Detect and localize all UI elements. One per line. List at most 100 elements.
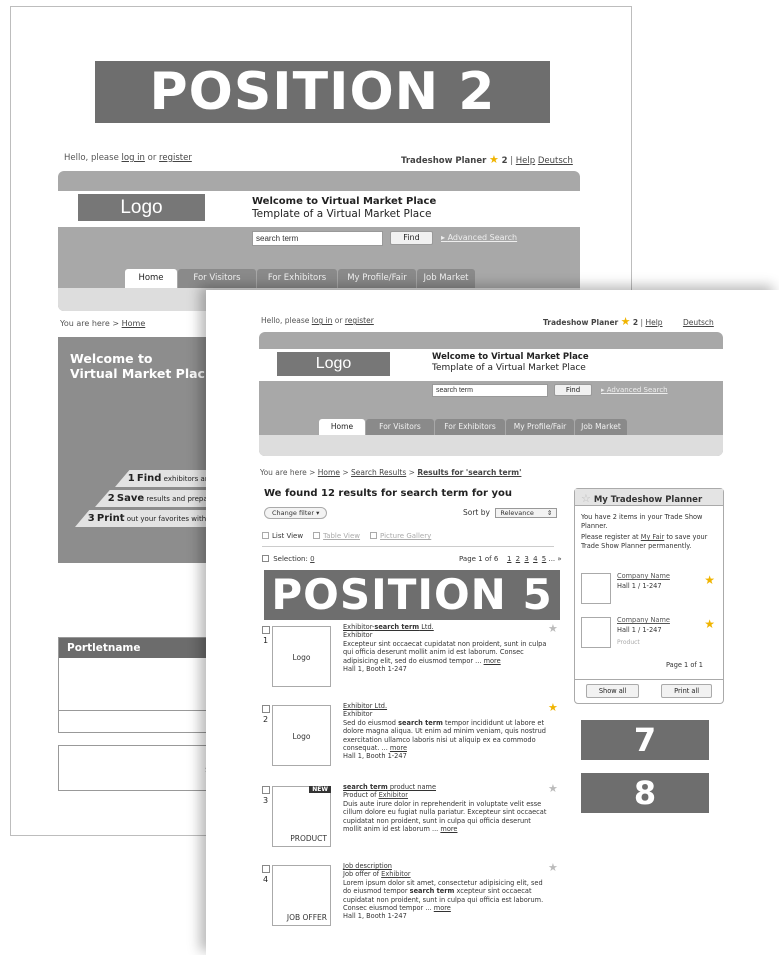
tab-job-market[interactable]: Job Market [417,269,475,288]
select-all-checkbox[interactable] [262,555,269,562]
site-header: Logo Welcome to Virtual Market Place Tem… [259,332,723,456]
page-link[interactable]: 4 [533,555,537,563]
sort-select[interactable]: Relevance ⇕ [495,508,558,518]
tab-for-visitors[interactable]: For Visitors [178,269,256,288]
search-input[interactable]: search term [432,384,548,397]
site-title: Welcome to Virtual Market Place [252,196,437,207]
tab-my-profile-fair[interactable]: My Profile/Fair [338,269,416,288]
result-item: 2 Logo Exhibitor Ltd. Exhibitor Sed do e… [262,701,558,777]
planner-item-name[interactable]: Company Name [617,572,670,580]
language-link[interactable]: Deutsch [538,156,573,166]
page-link[interactable]: 3 [524,555,528,563]
position-8-marker: 8 [581,773,709,813]
result-title-link[interactable]: Job description [343,862,549,870]
result-thumbnail[interactable]: Logo [272,705,331,766]
result-item: 3 NEW PRODUCT search term product name P… [262,782,558,858]
result-description: Excepteur sint occaecat cupidatat non pr… [343,639,547,665]
result-thumbnail[interactable]: JOB OFFER [272,865,331,926]
position-2-banner: POSITION 2 [95,61,550,123]
portlet: Portletname [58,637,218,733]
result-description: Duis aute irure dolor in reprehenderit i… [343,799,547,834]
tab-my-profile-fair[interactable]: My Profile/Fair [506,419,574,435]
star-icon[interactable]: ★ [704,617,715,631]
result-checkbox[interactable] [262,705,270,713]
exhibitor-link[interactable]: Exhibitor [381,870,410,878]
tradeshow-planner-widget: ☆ My Tradeshow Planner You have 2 items … [574,488,724,704]
result-type: Product of Exhibitor [343,791,409,800]
result-thumbnail[interactable]: Logo [272,626,331,687]
login-link[interactable]: log in [122,153,145,163]
step-print: 3 Print out your favorites with m [75,510,218,527]
table-view-icon [313,532,321,539]
search-input[interactable]: search term [252,231,383,246]
selection-counter: Selection: 0 [262,555,315,563]
table-view-option[interactable]: Table View [313,532,360,540]
planner-title: ☆ My Tradeshow Planner [575,489,723,506]
breadcrumb-home[interactable]: Home [122,319,146,328]
my-fair-link[interactable]: My Fair [641,533,664,541]
help-link[interactable]: Help [516,156,535,166]
register-link[interactable]: register [345,316,374,325]
exhibitor-link[interactable]: Exhibitor [379,791,408,799]
advanced-search-link[interactable]: ▸ Advanced Search [601,386,668,394]
print-all-button[interactable]: Print all [661,684,713,698]
next-page-link[interactable]: ... » [548,555,561,563]
planner-item-thumbnail[interactable] [581,573,611,604]
tab-for-visitors[interactable]: For Visitors [366,419,434,435]
star-icon[interactable]: ★ [548,622,558,635]
list-view-option[interactable]: List View [262,532,303,540]
advanced-search-link[interactable]: ▸ Advanced Search [441,233,517,242]
result-checkbox[interactable] [262,865,270,873]
utility-links: Tradeshow Planer ★ 2 | Help Deutsch [401,153,573,166]
find-button[interactable]: Find [390,231,433,245]
planner-item-name[interactable]: Company Name [617,616,670,624]
logo[interactable]: Logo [277,352,390,376]
tab-for-exhibitors[interactable]: For Exhibitors [435,419,505,435]
result-checkbox[interactable] [262,786,270,794]
tab-for-exhibitors[interactable]: For Exhibitors [257,269,337,288]
picture-gallery-option[interactable]: Picture Gallery [370,532,431,540]
tradeshow-planner-link[interactable]: Tradeshow Planer [401,156,486,166]
star-icon[interactable]: ★ [548,861,558,874]
planner-item-thumbnail[interactable] [581,617,611,648]
front-page-wireframe: Hello, please log in or register Tradesh… [206,290,779,955]
breadcrumb-search-results[interactable]: Search Results [351,468,406,477]
logo[interactable]: Logo [78,194,205,221]
result-location: Hall 1, Booth 1-247 [343,912,407,921]
help-link[interactable]: Help [645,318,662,327]
step-find: 1 Find exhibitors and [115,470,218,487]
greeting-line: Hello, please log in or register [261,316,374,325]
show-all-button[interactable]: Show all [585,684,640,698]
star-icon: ★ [620,315,631,328]
star-icon[interactable]: ★ [704,573,715,587]
result-thumbnail[interactable]: NEW PRODUCT [272,786,331,847]
view-switcher: List View Table View Picture Gallery [262,532,431,540]
star-icon[interactable]: ★ [548,701,558,714]
find-button[interactable]: Find [554,384,592,396]
tab-home[interactable]: Home [319,419,365,435]
tab-job-market[interactable]: Job Market [575,419,627,435]
result-title-link[interactable]: Exhibitor-search term Ltd. [343,623,549,631]
more-link[interactable]: more [484,657,501,665]
change-filter-button[interactable]: Change filter ▾ [264,507,328,519]
page-link[interactable]: 1 [507,555,511,563]
tab-home[interactable]: Home [125,269,177,288]
chevron-down-icon: ⇕ [546,509,553,517]
result-checkbox[interactable] [262,626,270,634]
login-link[interactable]: log in [312,316,333,325]
more-link[interactable]: more [440,825,457,833]
result-title-link[interactable]: Exhibitor Ltd. [343,702,549,710]
more-link[interactable]: more [390,744,407,752]
step-save: 2 Save results and prepare [95,490,218,507]
tradeshow-planner-link[interactable]: Tradeshow Planer [543,318,618,327]
page-link[interactable]: 5 [542,555,546,563]
star-icon[interactable]: ★ [548,782,558,795]
breadcrumb-home[interactable]: Home [318,468,340,477]
result-title-link[interactable]: search term product name [343,783,549,791]
more-link[interactable]: more [434,904,451,912]
register-link[interactable]: register [159,153,192,163]
language-link[interactable]: Deutsch [683,318,714,327]
page-link[interactable]: 2 [516,555,520,563]
sort-control: Sort by Relevance ⇕ [463,508,558,518]
utility-links: Tradeshow Planer ★ 2 | Help Deutsch [543,315,714,328]
